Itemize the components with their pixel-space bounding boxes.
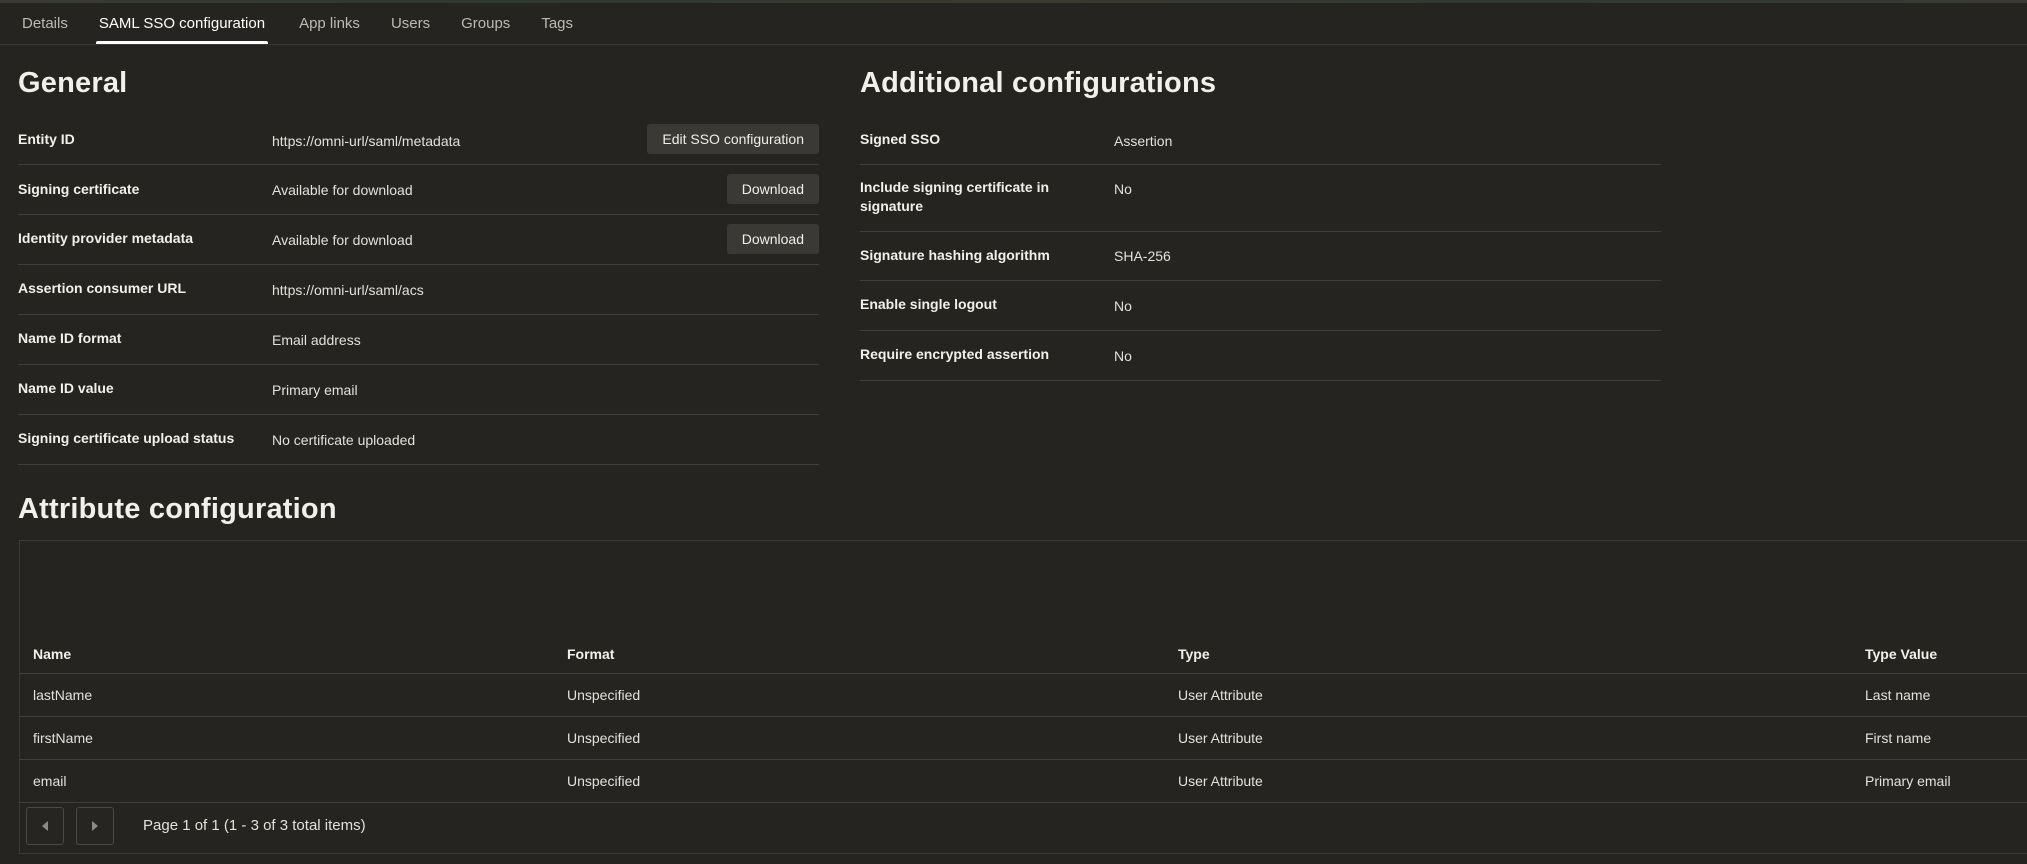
single-logout-label: Enable single logout <box>860 296 997 312</box>
cert-upload-status-label: Signing certificate upload status <box>18 430 235 446</box>
cell-type-value: Primary email <box>1865 773 1951 789</box>
column-header-format[interactable]: Format <box>567 633 614 676</box>
encrypted-assertion-label: Require encrypted assertion <box>860 346 1050 362</box>
additional-row-single-logout: Enable single logout No <box>860 281 1661 331</box>
include-signing-cert-label: Include signing certificate in signature <box>860 179 1050 214</box>
column-header-type-value[interactable]: Type Value <box>1865 633 1937 676</box>
tab-tags[interactable]: Tags <box>541 3 573 44</box>
general-row-signing-certificate: Signing certificate Available for downlo… <box>18 165 819 215</box>
acs-url-label: Assertion consumer URL <box>18 280 187 296</box>
signed-sso-value: Assertion <box>1114 133 1173 149</box>
tab-users[interactable]: Users <box>391 3 430 44</box>
general-heading: General <box>18 67 128 99</box>
tab-details[interactable]: Details <box>22 3 68 44</box>
pagination-status: Page 1 of 1 (1 - 3 of 3 total items) <box>143 817 366 834</box>
cell-name: firstName <box>33 730 93 746</box>
table-row[interactable]: firstName Unspecified User Attribute Fir… <box>20 717 2027 760</box>
idp-metadata-value: Available for download <box>272 232 413 248</box>
cell-name: email <box>33 773 67 789</box>
name-id-format-label: Name ID format <box>18 330 122 346</box>
additional-configurations-heading: Additional configurations <box>860 67 1217 99</box>
download-idp-metadata-button[interactable]: Download <box>726 224 819 254</box>
name-id-value-value: Primary email <box>272 382 358 398</box>
column-header-type[interactable]: Type <box>1178 633 1210 676</box>
tab-app-links[interactable]: App links <box>299 3 360 44</box>
table-row[interactable]: email Unspecified User Attribute Primary… <box>20 760 2027 803</box>
general-row-idp-metadata: Identity provider metadata Available for… <box>18 215 819 265</box>
name-id-format-value: Email address <box>272 332 361 348</box>
attribute-table: Name Format Type Type Value lastName Uns… <box>19 540 2027 854</box>
signed-sso-label: Signed SSO <box>860 131 941 147</box>
additional-row-encrypted-assertion: Require encrypted assertion No <box>860 331 1661 381</box>
cert-upload-status-value: No certificate uploaded <box>272 432 416 448</box>
general-row-acs-url: Assertion consumer URL https://omni-url/… <box>18 265 819 315</box>
cell-name: lastName <box>33 687 93 703</box>
caret-right-icon <box>92 821 98 831</box>
cell-type-value: Last name <box>1865 687 1931 703</box>
general-row-entity-id: Entity ID https://omni-url/saml/metadata… <box>18 114 819 165</box>
general-row-cert-upload-status: Signing certificate upload status No cer… <box>18 415 819 465</box>
additional-list: Signed SSO Assertion Include signing cer… <box>860 114 1661 381</box>
general-row-name-id-format: Name ID format Email address <box>18 315 819 365</box>
entity-id-value: https://omni-url/saml/metadata <box>272 133 461 149</box>
pagination: Page 1 of 1 (1 - 3 of 3 total items) <box>20 803 620 853</box>
cell-type-value: First name <box>1865 730 1932 746</box>
next-page-button[interactable] <box>76 807 114 845</box>
edit-sso-configuration-button[interactable]: Edit SSO configuration <box>647 124 819 154</box>
tab-groups[interactable]: Groups <box>461 3 510 44</box>
signing-certificate-value: Available for download <box>272 182 413 198</box>
cell-type: User Attribute <box>1178 773 1263 789</box>
cell-type: User Attribute <box>1178 687 1263 703</box>
encrypted-assertion-value: No <box>1114 348 1132 364</box>
additional-row-signature-hashing: Signature hashing algorithm SHA-256 <box>860 232 1661 281</box>
general-row-name-id-value: Name ID value Primary email <box>18 365 819 415</box>
idp-metadata-label: Identity provider metadata <box>18 230 194 246</box>
entity-id-label: Entity ID <box>18 131 75 147</box>
cell-type: User Attribute <box>1178 730 1263 746</box>
general-list: Entity ID https://omni-url/saml/metadata… <box>18 114 819 465</box>
include-signing-cert-value: No <box>1114 181 1132 197</box>
additional-row-signed-sso: Signed SSO Assertion <box>860 114 1661 165</box>
download-signing-certificate-button[interactable]: Download <box>726 174 819 204</box>
cell-format: Unspecified <box>567 773 641 789</box>
additional-row-include-signing-cert: Include signing certificate in signature… <box>860 165 1661 232</box>
previous-page-button[interactable] <box>26 807 64 845</box>
single-logout-value: No <box>1114 298 1132 314</box>
table-row[interactable]: lastName Unspecified User Attribute Last… <box>20 674 2027 717</box>
signature-hashing-value: SHA-256 <box>1114 248 1171 264</box>
signing-certificate-label: Signing certificate <box>18 181 140 197</box>
cell-format: Unspecified <box>567 687 641 703</box>
cell-format: Unspecified <box>567 730 641 746</box>
caret-left-icon <box>42 821 48 831</box>
acs-url-value: https://omni-url/saml/acs <box>272 282 424 298</box>
name-id-value-label: Name ID value <box>18 380 114 396</box>
tab-bar: Details SAML SSO configuration App links… <box>0 3 2027 45</box>
tab-saml-sso-configuration[interactable]: SAML SSO configuration <box>95 3 269 44</box>
table-header-row: Name Format Type Type Value <box>20 631 2027 674</box>
attribute-configuration-heading: Attribute configuration <box>18 493 337 525</box>
column-header-name[interactable]: Name <box>33 633 71 676</box>
signature-hashing-label: Signature hashing algorithm <box>860 247 1050 263</box>
